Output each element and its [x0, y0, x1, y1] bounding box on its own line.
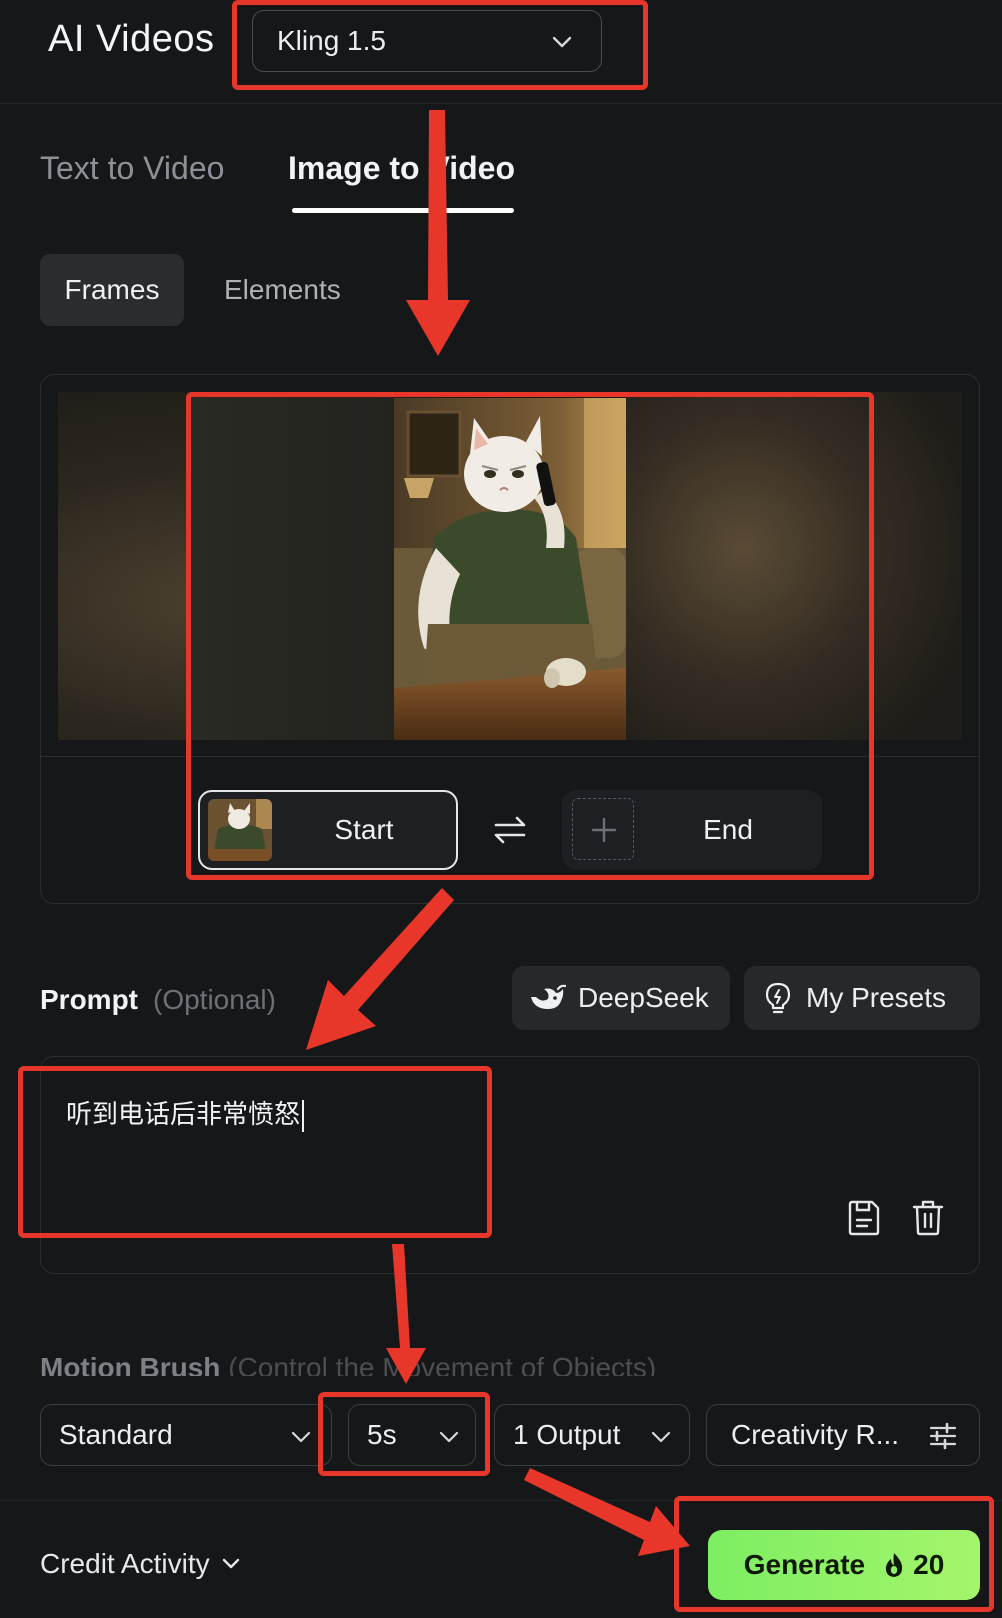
annotation-arrow-down-left — [306, 888, 454, 1050]
annotation-arrows — [306, 110, 690, 1556]
annotation-arrow-right — [524, 1468, 690, 1556]
annotation-arrow-down-2 — [386, 1244, 426, 1384]
annotation-arrow-down-1 — [406, 110, 470, 356]
